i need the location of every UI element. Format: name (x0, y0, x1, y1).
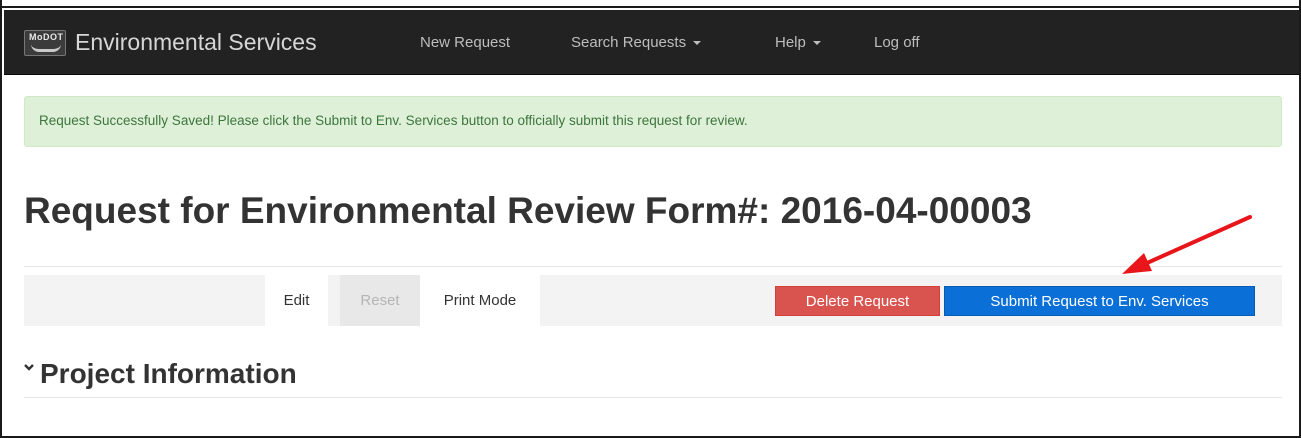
success-alert: Request Successfully Saved! Please click… (24, 96, 1282, 147)
top-navbar: MoDOT Environmental Services New Request… (4, 10, 1299, 75)
nav-new-request[interactable]: New Request (420, 34, 510, 51)
nav-search-requests-label: Search Requests (571, 34, 687, 51)
section-heading-project-information[interactable]: Project Information (24, 358, 297, 390)
annotation-arrow-icon (1122, 215, 1252, 274)
caret-down-icon (693, 41, 702, 46)
chevron-down-icon (24, 364, 34, 371)
logo-text: MoDOT (29, 32, 64, 42)
request-toolbar: Edit Reset Print Mode Delete Request Sub… (24, 275, 1282, 326)
print-mode-button[interactable]: Print Mode (420, 275, 540, 326)
nav-help[interactable]: Help (775, 34, 821, 51)
edit-button-label: Edit (283, 292, 310, 309)
caret-down-icon (812, 41, 821, 46)
page-title: Request for Environmental Review Form#: … (24, 190, 1032, 231)
nav-log-off-label: Log off (874, 34, 920, 51)
nav-log-off[interactable]: Log off (874, 34, 920, 51)
modot-logo[interactable]: MoDOT (24, 30, 66, 56)
nav-help-label: Help (775, 34, 806, 51)
section-heading-label: Project Information (40, 358, 297, 389)
brand-title[interactable]: Environmental Services (75, 29, 317, 56)
delete-request-button-label: Delete Request (805, 292, 910, 310)
app-window: MoDOT Environmental Services New Request… (0, 0, 1301, 438)
logo-swoosh-icon (31, 44, 61, 52)
nav-search-requests[interactable]: Search Requests (571, 34, 702, 51)
delete-request-button[interactable]: Delete Request (775, 286, 940, 316)
window-top-edge (2, 0, 1299, 8)
submit-request-button[interactable]: Submit Request to Env. Services (944, 286, 1255, 316)
section-divider (24, 397, 1282, 398)
edit-button[interactable]: Edit (265, 275, 328, 326)
reset-button[interactable]: Reset (340, 275, 420, 326)
success-alert-message: Request Successfully Saved! Please click… (39, 113, 748, 128)
title-divider (24, 266, 1282, 267)
reset-button-label: Reset (360, 292, 400, 309)
print-mode-button-label: Print Mode (443, 292, 517, 309)
nav-new-request-label: New Request (420, 34, 511, 51)
submit-request-button-label: Submit Request to Env. Services (990, 292, 1209, 310)
